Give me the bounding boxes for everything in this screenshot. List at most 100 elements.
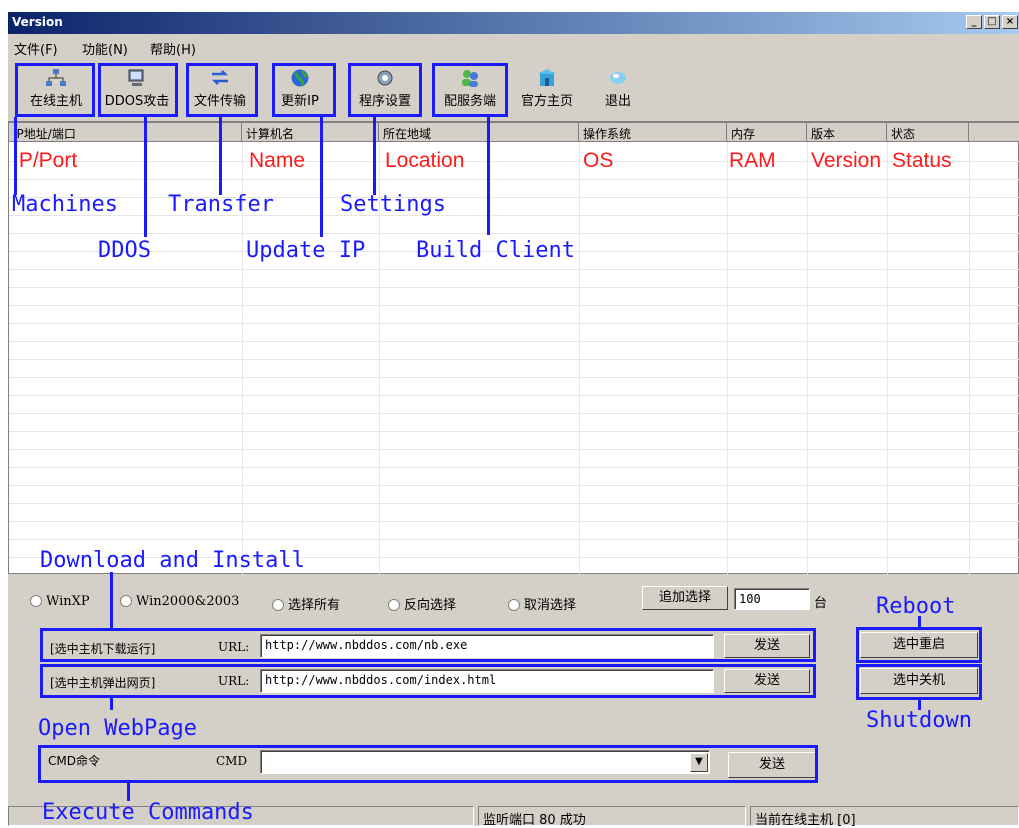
annotation-line [127,783,130,801]
overlay-label-ram: RAM [729,149,776,172]
column-header-name[interactable]: 计算机名 [242,123,379,142]
grid-divider [969,142,970,574]
overlay-label-name: Name [249,149,306,172]
window-title: Version [12,15,63,29]
annotation-box-update-ip [272,63,336,117]
radio-invert-selection[interactable]: 反向选择 [388,594,456,613]
overlay-label-version: Version [811,149,882,172]
column-header-version[interactable]: 版本 [807,123,887,142]
home-icon [538,69,556,86]
radio-invert-label: 反向选择 [404,598,457,613]
menu-bar: 文件(F) 功能(N) 帮助(H) [8,34,1019,60]
grid-row-line [9,521,1019,522]
maximize-button[interactable]: □ [984,15,1000,29]
annotation-box-shutdown [856,664,982,700]
exit-button[interactable]: 退出 [588,64,648,118]
radio-dot-icon [388,599,400,611]
annotation-box-webpage [40,664,816,698]
grid-row-line [9,539,1019,540]
radio-clear-label: 取消选择 [524,598,577,613]
grid-row-line [9,503,1019,504]
annotation-update-ip: Update IP [246,238,366,263]
grid-row-line [9,413,1019,414]
minimize-button[interactable]: _ [966,15,982,29]
annotation-box-machines [15,63,95,117]
menu-help[interactable]: 帮助(H) [150,39,196,58]
radio-win2000[interactable]: Win2000&2003 [120,594,239,609]
annotation-line [373,117,376,195]
close-button[interactable]: × [1002,15,1018,29]
grid-divider [727,142,728,574]
grid-row-line [9,179,1019,180]
grid-row-line [9,341,1019,342]
homepage-label: 官方主页 [520,94,573,109]
annotation-build-client: Build Client [416,238,575,263]
column-header-ram[interactable]: 内存 [727,123,807,142]
annotation-box-cmd [38,745,818,783]
column-header-os[interactable]: 操作系统 [579,123,727,142]
radio-dot-icon [30,595,42,607]
radio-winxp-label: WinXP [46,594,90,609]
radio-win2000-label: Win2000&2003 [136,594,240,609]
radio-dot-icon [272,599,284,611]
annotation-line [110,572,113,628]
add-selection-button[interactable]: 追加选择 [642,586,728,610]
grid-row-line [9,287,1019,288]
radio-select-all[interactable]: 选择所有 [272,594,340,613]
annotation-line [219,117,222,195]
overlay-label-location: Location [385,149,465,172]
column-header-status[interactable]: 状态 [887,123,969,142]
host-list-table[interactable]: IP地址/端口 计算机名 所在地域 操作系统 内存 版本 状态 IP/Port … [8,122,1019,574]
grid-row-line [9,197,1019,198]
annotation-machines: Machines [12,192,118,217]
annotation-box-reboot [856,627,982,663]
menu-file[interactable]: 文件(F) [14,39,58,58]
annotation-box-ddos [98,63,178,117]
status-online-count: 当前在线主机 [0] [750,806,1019,828]
grid-row-line [9,467,1019,468]
grid-divider [887,142,888,574]
grid-divider [807,142,808,574]
column-header-ip[interactable]: IP地址/端口 [9,123,242,142]
overlay-label-ip: IP/Port [13,149,78,172]
count-unit: 台 [814,596,828,611]
grid-divider [579,142,580,574]
annotation-shutdown: Shutdown [866,708,972,733]
annotation-box-build-client [432,63,508,117]
annotation-download-install: Download and Install [40,548,305,573]
column-header-location[interactable]: 所在地域 [379,123,579,142]
annotation-open-webpage: Open WebPage [38,716,197,741]
radio-clear-selection[interactable]: 取消选择 [508,594,576,613]
annotation-transfer: Transfer [168,192,274,217]
annotation-line [144,117,147,237]
grid-row-line [9,323,1019,324]
overlay-label-os: OS [583,149,614,172]
column-header-blank [969,123,1019,142]
grid-row-line [9,377,1019,378]
radio-select-all-label: 选择所有 [288,598,341,613]
overlay-label-status: Status [892,149,952,172]
annotation-box-download [40,628,816,662]
count-input[interactable]: 100 [734,588,810,610]
exit-label: 退出 [604,94,631,109]
annotation-box-settings [348,63,422,117]
grid-row-line [9,215,1019,216]
annotation-line [110,698,113,710]
title-bar: Version _ □ × [8,12,1019,34]
grid-row-line [9,395,1019,396]
exit-icon [610,72,626,84]
annotation-line [14,117,17,195]
grid-row-line [9,359,1019,360]
radio-dot-icon [120,595,132,607]
annotation-box-transfer [186,63,258,117]
grid-row-line [9,233,1019,234]
radio-winxp[interactable]: WinXP [30,594,90,609]
annotation-settings: Settings [340,192,446,217]
annotation-execute-commands: Execute Commands [42,800,254,825]
grid-row-line [9,269,1019,270]
menu-function[interactable]: 功能(N) [82,39,128,58]
homepage-button[interactable]: 官方主页 [512,64,582,118]
annotation-line [320,117,323,237]
status-listen: 监听端口 80 成功 [478,806,746,828]
radio-dot-icon [508,599,520,611]
